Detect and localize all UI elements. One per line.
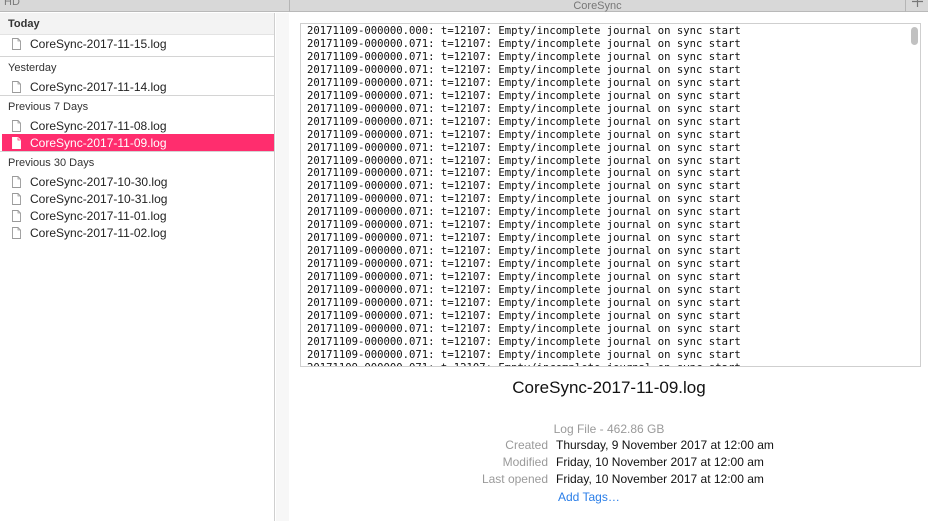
log-line: 20171109-000000.071: t=12107: Empty/inco…: [307, 309, 741, 322]
document-icon: [12, 226, 21, 239]
log-line: 20171109-000000.071: t=12107: Empty/inco…: [307, 297, 741, 310]
file-row[interactable]: CoreSync-2017-10-30.log: [0, 173, 274, 190]
modified-row: Modified Friday, 10 November 2017 at 12:…: [290, 455, 928, 471]
file-name: CoreSync-2017-10-31.log: [30, 191, 168, 206]
modified-value: Friday, 10 November 2017 at 12:00 am: [556, 455, 764, 469]
log-line: 20171109-000000.071: t=12107: Empty/inco…: [307, 63, 741, 76]
log-line: 20171109-000000.071: t=12107: Empty/inco…: [307, 141, 741, 154]
section-header: Previous 30 Days: [0, 151, 274, 173]
document-icon: [12, 37, 21, 50]
log-line: 20171109-000000.071: t=12107: Empty/inco…: [307, 76, 741, 89]
file-row[interactable]: CoreSync-2017-11-15.log: [0, 35, 274, 52]
file-name: CoreSync-2017-11-09.log: [30, 135, 167, 150]
tab-left[interactable]: HD: [0, 0, 290, 12]
file-name-title: CoreSync-2017-11-09.log: [512, 378, 706, 397]
created-label: Created: [505, 438, 548, 452]
log-line: 20171109-000000.071: t=12107: Empty/inco…: [307, 89, 741, 102]
file-name: CoreSync-2017-10-30.log: [30, 174, 168, 189]
file-row[interactable]: CoreSync-2017-10-31.log: [0, 190, 274, 207]
file-row[interactable]: CoreSync-2017-11-01.log: [0, 207, 274, 224]
log-line: 20171109-000000.071: t=12107: Empty/inco…: [307, 245, 741, 258]
log-line: 20171109-000000.071: t=12107: Empty/inco…: [307, 115, 741, 128]
log-line: 20171109-000000.071: t=12107: Empty/inco…: [307, 258, 741, 271]
document-icon: [12, 119, 21, 132]
log-line: 20171109-000000.071: t=12107: Empty/inco…: [307, 348, 741, 361]
log-line: 20171109-000000.071: t=12107: Empty/inco…: [307, 219, 741, 232]
document-icon: [12, 192, 21, 205]
file-name: CoreSync-2017-11-14.log: [30, 79, 167, 94]
file-name: CoreSync-2017-11-08.log: [30, 118, 167, 133]
log-line: 20171109-000000.071: t=12107: Empty/inco…: [307, 232, 741, 245]
document-icon: [12, 209, 21, 222]
modified-label: Modified: [502, 455, 548, 469]
log-content: 20171109-000000.000: t=12107: Empty/inco…: [307, 25, 741, 366]
log-line: 20171109-000000.071: t=12107: Empty/inco…: [307, 50, 741, 63]
file-row[interactable]: CoreSync-2017-11-14.log: [0, 78, 274, 95]
tab-left-label: HD: [4, 0, 20, 8]
new-tab-button[interactable]: [905, 0, 928, 12]
sidebar-divider: [276, 13, 289, 521]
log-preview[interactable]: 20171109-000000.000: t=12107: Empty/inco…: [300, 23, 921, 367]
tab-title: CoreSync: [573, 0, 622, 12]
sidebar: Today CoreSync-2017-11-15.log Yesterday Cor…: [0, 13, 275, 521]
add-tags-link[interactable]: Add Tags…: [558, 490, 620, 504]
file-name: CoreSync-2017-11-01.log: [30, 208, 167, 223]
last-opened-row: Last opened Friday, 10 November 2017 at …: [290, 472, 928, 488]
log-line: 20171109-000000.071: t=12107: Empty/inco…: [307, 271, 741, 284]
file-name: CoreSync-2017-11-15.log: [30, 36, 167, 51]
log-line: 20171109-000000.071: t=12107: Empty/inco…: [307, 362, 741, 366]
file-name: CoreSync-2017-11-02.log: [30, 225, 167, 240]
log-line: 20171109-000000.000: t=12107: Empty/inco…: [307, 25, 741, 37]
last-opened-label: Last opened: [481, 472, 548, 486]
document-icon: [12, 80, 21, 93]
log-line: 20171109-000000.071: t=12107: Empty/inco…: [307, 167, 741, 180]
section-header: Previous 7 Days: [0, 95, 274, 117]
tab-coresync[interactable]: CoreSync: [291, 0, 904, 12]
created-value: Thursday, 9 November 2017 at 12:00 am: [556, 438, 774, 452]
log-line: 20171109-000000.071: t=12107: Empty/inco…: [307, 206, 741, 219]
section-header: Yesterday: [0, 56, 274, 78]
last-opened-value: Friday, 10 November 2017 at 12:00 am: [556, 472, 764, 486]
log-line: 20171109-000000.071: t=12107: Empty/inco…: [307, 193, 741, 206]
log-line: 20171109-000000.071: t=12107: Empty/inco…: [307, 322, 741, 335]
document-icon: [12, 175, 21, 188]
plus-icon: [912, 0, 923, 7]
log-line: 20171109-000000.071: t=12107: Empty/inco…: [307, 335, 741, 348]
file-type-size: Log File - 462.86 GB: [553, 422, 665, 436]
file-row[interactable]: CoreSync-2017-11-02.log: [0, 224, 274, 241]
preview-scrollbar[interactable]: [911, 27, 918, 45]
log-line: 20171109-000000.071: t=12107: Empty/inco…: [307, 180, 741, 193]
document-icon: [12, 136, 21, 149]
file-row[interactable]: CoreSync-2017-11-08.log: [0, 117, 274, 134]
file-row-selected[interactable]: CoreSync-2017-11-09.log: [2, 134, 274, 151]
log-line: 20171109-000000.071: t=12107: Empty/inco…: [307, 284, 741, 297]
created-row: Created Thursday, 9 November 2017 at 12:…: [290, 438, 928, 454]
log-line: 20171109-000000.071: t=12107: Empty/inco…: [307, 128, 741, 141]
tab-bar: HD CoreSync: [0, 0, 928, 12]
log-line: 20171109-000000.071: t=12107: Empty/inco…: [307, 154, 741, 167]
log-line: 20171109-000000.071: t=12107: Empty/inco…: [307, 102, 741, 115]
log-line: 20171109-000000.071: t=12107: Empty/inco…: [307, 37, 741, 50]
section-header: Today: [0, 13, 274, 35]
